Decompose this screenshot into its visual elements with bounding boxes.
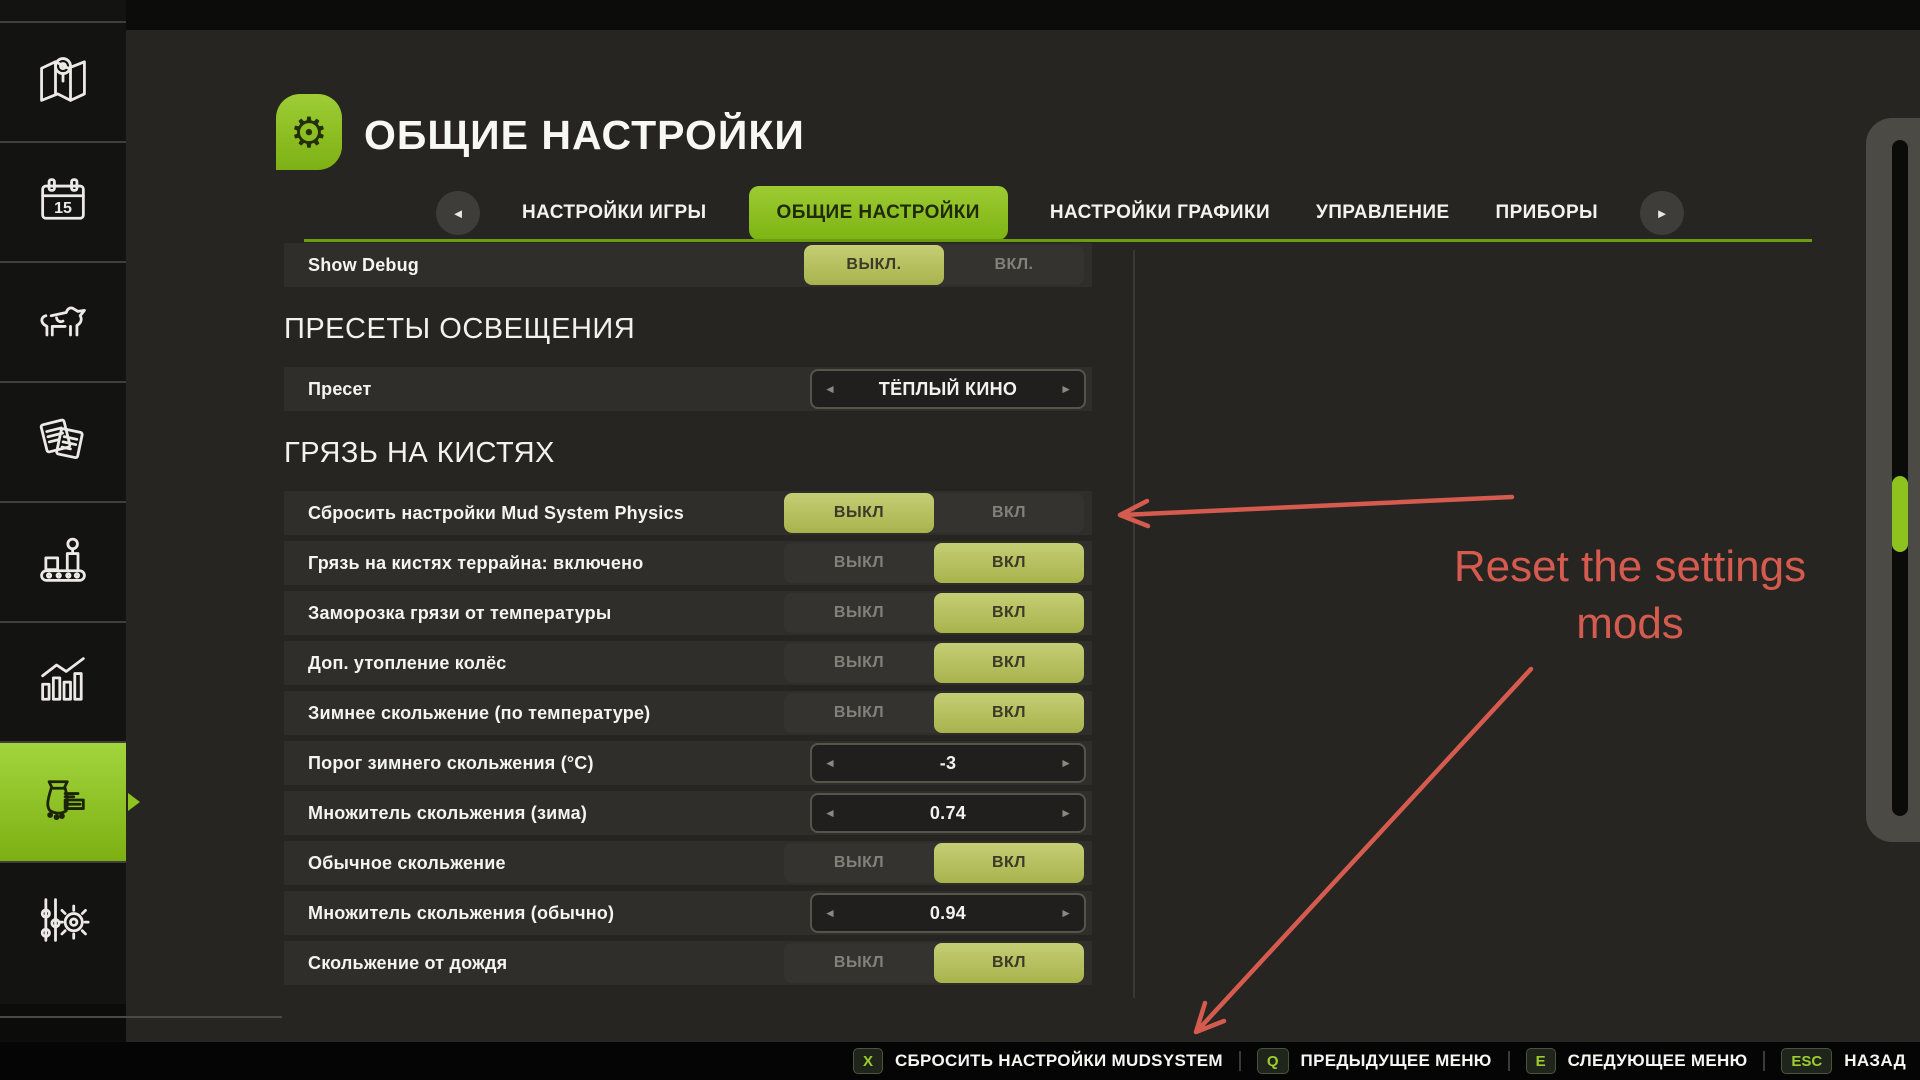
toggle-off-option[interactable]: ВЫКЛ [784, 643, 934, 683]
setting-row-rain-slip: Скольжение от дождя ВЫКЛ ВКЛ [284, 941, 1092, 985]
stepper-left-arrow[interactable]: ◄ [824, 756, 836, 770]
rain-slip-toggle[interactable]: ВЫКЛ ВКЛ [784, 943, 1084, 983]
sidebar-item-contracts[interactable] [0, 381, 126, 501]
goods-sack-icon [33, 770, 93, 835]
sidebar-item-production[interactable] [0, 501, 126, 621]
stepper-left-arrow[interactable]: ◄ [824, 806, 836, 820]
toggle-off-option[interactable]: ВЫКЛ [784, 543, 934, 583]
tab-general-settings[interactable]: ОБЩИЕ НАСТРОЙКИ [749, 186, 1008, 240]
wheel-sink-toggle[interactable]: ВЫКЛ ВКЛ [784, 643, 1084, 683]
tab-graphics-settings[interactable]: НАСТРОЙКИ ГРАФИКИ [1046, 202, 1274, 224]
setting-row-normal-slip: Обычное скольжение ВЫКЛ ВКЛ [284, 841, 1092, 885]
tab-devices[interactable]: ПРИБОРЫ [1492, 202, 1603, 224]
section-title-mud-on-brushes: ГРЯЗЬ НА КИСТЯХ [284, 435, 1092, 471]
setting-row-winter-slip-threshold: Порог зимнего скольжения (°C) ◄ -3 ► [284, 741, 1092, 785]
reset-mud-physics-toggle[interactable]: ВЫКЛ ВКЛ [784, 493, 1084, 533]
sidebar-item-settings[interactable] [0, 861, 126, 981]
toggle-on-option[interactable]: ВКЛ [934, 493, 1084, 533]
winter-slip-toggle[interactable]: ВЫКЛ ВКЛ [784, 693, 1084, 733]
toggle-off-option[interactable]: ВЫКЛ. [804, 245, 944, 285]
calendar-icon: 15 [33, 170, 93, 235]
stepper-left-arrow[interactable]: ◄ [824, 906, 836, 920]
preset-stepper[interactable]: ◄ ТЁПЛЫЙ КИНО ► [810, 369, 1086, 409]
hotkey-bar: X СБРОСИТЬ НАСТРОЙКИ MUDSYSTEM Q ПРЕДЫДУ… [0, 1042, 1920, 1080]
production-icon [33, 530, 93, 595]
page-title: ОБЩИЕ НАСТРОЙКИ [364, 112, 805, 159]
action-next-menu[interactable]: E СЛЕДУЮЩЕЕ МЕНЮ [1526, 1048, 1748, 1074]
setting-row-normal-slip-multiplier: Множитель скольжения (обычно) ◄ 0.94 ► [284, 891, 1092, 935]
sidebar-item-map[interactable] [0, 21, 126, 141]
tab-bar: ◄ НАСТРОЙКИ ИГРЫ ОБЩИЕ НАСТРОЙКИ НАСТРОЙ… [436, 186, 1684, 240]
toggle-on-option[interactable]: ВКЛ [934, 643, 1084, 683]
tab-underline [304, 239, 1812, 242]
sidebar-item-prices[interactable] [0, 741, 126, 861]
tabs-prev-button[interactable]: ◄ [436, 191, 480, 235]
toggle-off-option[interactable]: ВЫКЛ [784, 593, 934, 633]
winter-slip-multiplier-stepper[interactable]: ◄ 0.74 ► [810, 793, 1086, 833]
scrollbar-thumb[interactable] [1892, 476, 1908, 552]
key-badge-esc: ESC [1781, 1048, 1832, 1074]
toggle-on-option[interactable]: ВКЛ [934, 693, 1084, 733]
divider [1508, 1051, 1510, 1071]
show-debug-toggle[interactable]: ВЫКЛ. ВКЛ. [804, 245, 1084, 285]
setting-row-show-debug: Show Debug ВЫКЛ. ВКЛ. [284, 243, 1092, 287]
page-title-gear-icon: ⚙ [276, 94, 342, 170]
key-badge-q: Q [1257, 1048, 1289, 1074]
sidebar-item-calendar[interactable]: 15 [0, 141, 126, 261]
action-reset-mudsystem[interactable]: X СБРОСИТЬ НАСТРОЙКИ MUDSYSTEM [853, 1048, 1223, 1074]
toggle-on-option[interactable]: ВКЛ [934, 843, 1084, 883]
setting-row-preset: Пресет ◄ ТЁПЛЫЙ КИНО ► [284, 367, 1092, 411]
column-divider [1133, 250, 1135, 998]
sidebar-item-animals[interactable] [0, 261, 126, 381]
setting-row-mud-freeze: Заморозка грязи от температуры ВЫКЛ ВКЛ [284, 591, 1092, 635]
chevron-right-icon: ► [1656, 206, 1669, 221]
sidebar: 15 [0, 0, 126, 1004]
key-badge-x: X [853, 1048, 883, 1074]
stepper-right-arrow[interactable]: ► [1060, 756, 1072, 770]
tab-controls[interactable]: УПРАВЛЕНИЕ [1312, 202, 1454, 224]
setting-row-terrain-mud: Грязь на кистях террайна: включено ВЫКЛ … [284, 541, 1092, 585]
cow-icon [33, 290, 93, 355]
active-item-pointer-icon [128, 793, 140, 811]
setting-row-wheel-sink: Доп. утопление колёс ВЫКЛ ВКЛ [284, 641, 1092, 685]
key-badge-e: E [1526, 1048, 1556, 1074]
toggle-off-option[interactable]: ВЫКЛ [784, 943, 934, 983]
toggle-on-option[interactable]: ВКЛ. [944, 245, 1084, 285]
settings-sliders-icon [33, 890, 93, 955]
toggle-off-option[interactable]: ВЫКЛ [784, 693, 934, 733]
setting-row-winter-slip-multiplier: Множитель скольжения (зима) ◄ 0.74 ► [284, 791, 1092, 835]
tabs-next-button[interactable]: ► [1640, 191, 1684, 235]
stepper-right-arrow[interactable]: ► [1060, 382, 1072, 396]
divider [1763, 1051, 1765, 1071]
stats-chart-icon [33, 650, 93, 715]
settings-list: Show Debug ВЫКЛ. ВКЛ. ПРЕСЕТЫ ОСВЕЩЕНИЯ … [284, 243, 1092, 991]
normal-slip-toggle[interactable]: ВЫКЛ ВКЛ [784, 843, 1084, 883]
action-previous-menu[interactable]: Q ПРЕДЫДУЩЕЕ МЕНЮ [1257, 1048, 1492, 1074]
annotation-text: Reset the settings mods [1395, 538, 1865, 652]
action-back[interactable]: ESC НАЗАД [1781, 1048, 1906, 1074]
toggle-on-option[interactable]: ВКЛ [934, 543, 1084, 583]
contracts-icon [33, 410, 93, 475]
sidebar-item-statistics[interactable] [0, 621, 126, 741]
setting-row-reset-mud-physics: Сбросить настройки Mud System Physics ВЫ… [284, 491, 1092, 535]
terrain-mud-toggle[interactable]: ВЫКЛ ВКЛ [784, 543, 1084, 583]
normal-slip-multiplier-stepper[interactable]: ◄ 0.94 ► [810, 893, 1086, 933]
winter-slip-threshold-stepper[interactable]: ◄ -3 ► [810, 743, 1086, 783]
tab-game-settings[interactable]: НАСТРОЙКИ ИГРЫ [518, 202, 711, 224]
toggle-on-option[interactable]: ВКЛ [934, 593, 1084, 633]
stepper-left-arrow[interactable]: ◄ [824, 382, 836, 396]
setting-row-winter-slip: Зимнее скольжение (по температуре) ВЫКЛ … [284, 691, 1092, 735]
stepper-right-arrow[interactable]: ► [1060, 906, 1072, 920]
toggle-off-option[interactable]: ВЫКЛ [784, 843, 934, 883]
toggle-on-option[interactable]: ВКЛ [934, 943, 1084, 983]
chevron-left-icon: ◄ [452, 206, 465, 221]
svg-text:15: 15 [54, 198, 72, 216]
divider [1239, 1051, 1241, 1071]
sidebar-bottom-divider [0, 1016, 282, 1018]
toggle-off-option[interactable]: ВЫКЛ [784, 493, 934, 533]
stepper-right-arrow[interactable]: ► [1060, 806, 1072, 820]
section-title-lighting-presets: ПРЕСЕТЫ ОСВЕЩЕНИЯ [284, 311, 1092, 347]
map-icon [33, 50, 93, 115]
mud-freeze-toggle[interactable]: ВЫКЛ ВКЛ [784, 593, 1084, 633]
